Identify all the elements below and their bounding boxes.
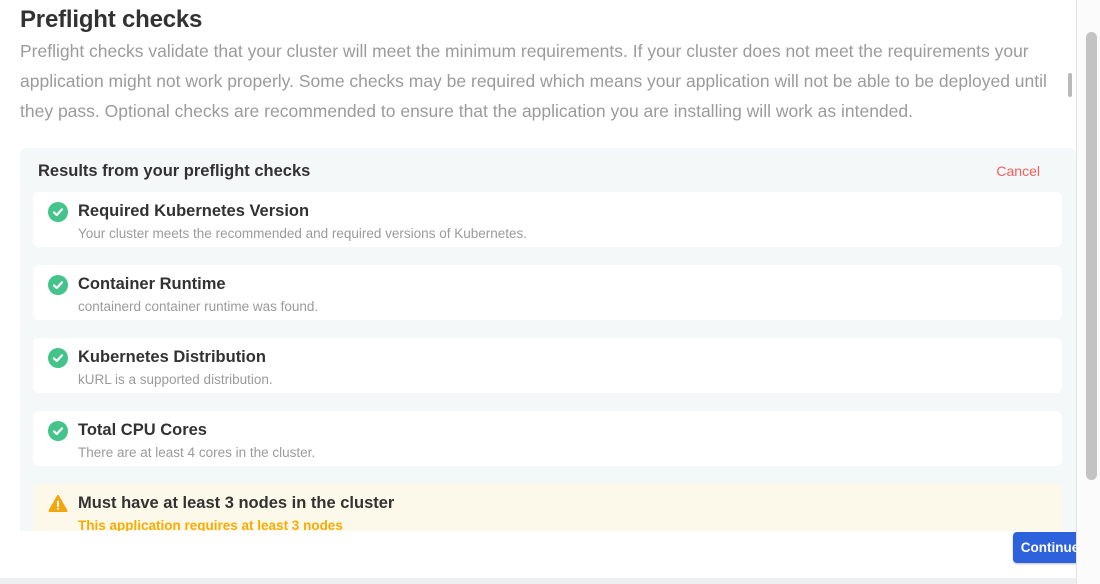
preflight-results-panel: Results from your preflight checks Cance…: [20, 148, 1076, 531]
check-title: Total CPU Cores: [78, 420, 315, 441]
check-text: Total CPU Cores There are at least 4 cor…: [78, 420, 315, 461]
footer-strip: [0, 578, 1076, 584]
check-result-row: Total CPU Cores There are at least 4 cor…: [33, 411, 1062, 466]
panel-title: Results from your preflight checks: [38, 161, 310, 181]
inner-scrollbar-thumb[interactable]: [1068, 73, 1072, 97]
cancel-link[interactable]: Cancel: [996, 161, 1040, 181]
page-title: Preflight checks: [20, 6, 202, 34]
check-circle-icon: [48, 202, 68, 222]
check-title: Must have at least 3 nodes in the cluste…: [78, 493, 394, 514]
check-title: Required Kubernetes Version: [78, 201, 527, 222]
scrollbar-track[interactable]: [1076, 0, 1100, 584]
check-text: Required Kubernetes Version Your cluster…: [78, 201, 527, 242]
check-title: Kubernetes Distribution: [78, 347, 273, 368]
check-text: Must have at least 3 nodes in the cluste…: [78, 493, 394, 531]
check-text: Kubernetes Distribution kURL is a suppor…: [78, 347, 273, 388]
check-message: There are at least 4 cores in the cluste…: [78, 445, 315, 461]
check-message: This application requires at least 3 nod…: [78, 518, 394, 531]
check-result-row: Must have at least 3 nodes in the cluste…: [33, 484, 1062, 531]
check-title: Container Runtime: [78, 274, 318, 295]
check-circle-icon: [48, 348, 68, 368]
checks-list: Required Kubernetes Version Your cluster…: [20, 181, 1076, 531]
check-result-row: Required Kubernetes Version Your cluster…: [33, 192, 1062, 247]
scrollbar-thumb[interactable]: [1086, 32, 1097, 480]
check-message: containerd container runtime was found.: [78, 299, 318, 315]
check-result-row: Kubernetes Distribution kURL is a suppor…: [33, 338, 1062, 393]
check-message: Your cluster meets the recommended and r…: [78, 226, 527, 242]
panel-header: Results from your preflight checks Cance…: [20, 148, 1076, 181]
warning-triangle-icon: [48, 494, 68, 514]
check-result-row: Container Runtime containerd container r…: [33, 265, 1062, 320]
check-circle-icon: [48, 421, 68, 441]
page-description: Preflight checks validate that your clus…: [20, 36, 1066, 126]
check-text: Container Runtime containerd container r…: [78, 274, 318, 315]
check-circle-icon: [48, 275, 68, 295]
check-message: kURL is a supported distribution.: [78, 372, 273, 388]
